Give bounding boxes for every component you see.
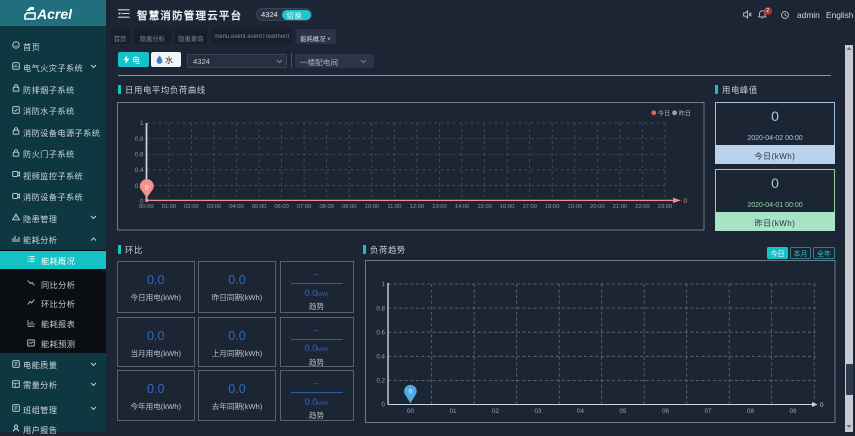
svg-text:03:00: 03:00 [207,204,222,210]
svg-text:昨日: 昨日 [679,109,691,117]
svg-text:16:00: 16:00 [500,204,515,210]
svg-text:04:00: 04:00 [229,204,244,210]
svg-text:23:00: 23:00 [658,204,673,210]
svg-text:00: 00 [407,408,414,415]
svg-text:00:00: 00:00 [139,204,154,210]
svg-text:10:00: 10:00 [365,204,380,210]
svg-text:07: 07 [705,408,712,415]
svg-text:0.6: 0.6 [135,152,144,159]
svg-text:0: 0 [409,389,413,396]
svg-text:01:00: 01:00 [162,204,177,210]
svg-text:1: 1 [382,281,386,288]
svg-text:0: 0 [684,198,688,205]
svg-text:11:00: 11:00 [387,204,401,210]
svg-text:0: 0 [820,402,824,409]
svg-text:09: 09 [790,408,797,415]
svg-text:02:00: 02:00 [184,204,199,210]
svg-text:13:00: 13:00 [432,204,447,210]
svg-text:15:00: 15:00 [477,204,492,210]
svg-text:03: 03 [535,408,542,415]
svg-text:18:00: 18:00 [545,204,560,210]
svg-text:06: 06 [662,408,669,415]
svg-text:0.6: 0.6 [376,329,385,336]
svg-text:0: 0 [382,402,386,409]
svg-text:21:00: 21:00 [613,204,628,210]
svg-text:今日: 今日 [658,109,670,117]
svg-text:22:00: 22:00 [635,204,650,210]
svg-text:06:00: 06:00 [274,204,289,210]
svg-text:0.8: 0.8 [135,136,144,143]
svg-text:0.2: 0.2 [376,378,385,385]
svg-text:09:00: 09:00 [342,204,357,210]
svg-text:19:00: 19:00 [568,204,583,210]
svg-text:08: 08 [747,408,754,415]
svg-text:05:00: 05:00 [252,204,267,210]
svg-text:12:00: 12:00 [410,204,425,210]
svg-text:08:00: 08:00 [319,204,334,210]
svg-text:17:00: 17:00 [522,204,537,210]
svg-text:0: 0 [145,184,149,191]
svg-text:04: 04 [577,408,584,415]
svg-text:02: 02 [492,408,499,415]
svg-text:14:00: 14:00 [455,204,470,210]
svg-text:1: 1 [140,120,144,127]
svg-text:20:00: 20:00 [590,204,605,210]
svg-text:05: 05 [620,408,627,415]
svg-text:07:00: 07:00 [297,204,312,210]
svg-text:0.4: 0.4 [376,354,385,361]
svg-text:0.4: 0.4 [135,167,144,174]
svg-text:01: 01 [450,408,457,415]
svg-text:0.8: 0.8 [376,305,385,312]
